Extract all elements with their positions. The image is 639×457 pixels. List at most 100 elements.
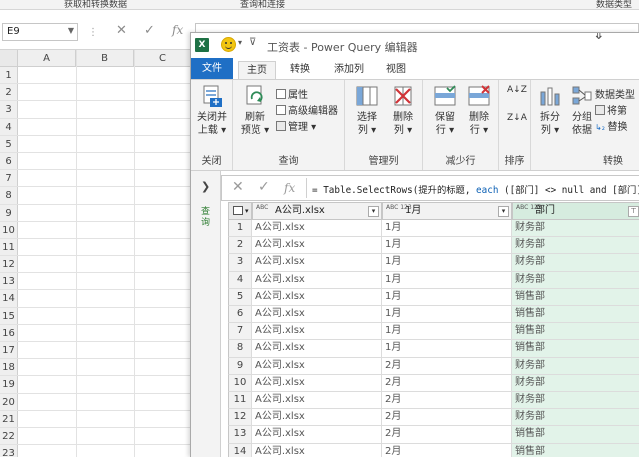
cell-department[interactable]: 销售部 bbox=[512, 426, 639, 444]
cell-month[interactable]: 1月 bbox=[382, 340, 512, 358]
excel-row[interactable]: 12 bbox=[0, 256, 190, 274]
cell-department[interactable]: 销售部 bbox=[512, 340, 639, 358]
row-header[interactable]: 4 bbox=[0, 118, 18, 135]
formula-check-icon[interactable]: ✓ bbox=[258, 179, 270, 195]
table-row[interactable]: 6 A公司.xlsx 1月 销售部 bbox=[228, 306, 639, 324]
excel-row[interactable]: 3 bbox=[0, 101, 190, 119]
cell-file[interactable]: A公司.xlsx bbox=[252, 357, 382, 375]
data-type-button[interactable]: 数据类型 bbox=[595, 86, 635, 101]
cell-department[interactable]: 财务部 bbox=[512, 374, 639, 392]
cell-file[interactable]: A公司.xlsx bbox=[252, 271, 382, 289]
insert-function-button[interactable]: fx bbox=[172, 23, 183, 37]
column-header-department[interactable]: ABC 123 部门 ⊤ bbox=[512, 202, 639, 220]
cell-file[interactable]: A公司.xlsx bbox=[252, 409, 382, 427]
cell-month[interactable]: 1月 bbox=[382, 254, 512, 272]
enter-formula-button[interactable]: ✓ bbox=[144, 23, 155, 38]
table-row[interactable]: 5 A公司.xlsx 1月 销售部 bbox=[228, 288, 639, 306]
excel-row[interactable]: 23 bbox=[0, 445, 190, 457]
table-row[interactable]: 7 A公司.xlsx 1月 销售部 bbox=[228, 323, 639, 341]
cell-department[interactable]: 销售部 bbox=[512, 443, 639, 457]
excel-row[interactable]: 20 bbox=[0, 393, 190, 411]
cell-month[interactable]: 2月 bbox=[382, 443, 512, 457]
cell-month[interactable]: 2月 bbox=[382, 374, 512, 392]
choose-columns-button[interactable]: 选择 列 ▾ bbox=[351, 84, 383, 137]
row-header[interactable]: 8 bbox=[0, 187, 18, 204]
properties-button[interactable]: 属性 bbox=[276, 86, 308, 101]
row-header[interactable]: 23 bbox=[0, 445, 18, 457]
refresh-preview-button[interactable]: 刷新 预览 ▾ bbox=[239, 84, 271, 137]
column-header-c[interactable]: C bbox=[134, 50, 192, 67]
chevron-down-icon[interactable]: ▾ bbox=[498, 206, 509, 217]
cell-file[interactable]: A公司.xlsx bbox=[252, 288, 382, 306]
cell-department[interactable]: 财务部 bbox=[512, 220, 639, 238]
replace-values-button[interactable]: ↳₂ 替换 bbox=[595, 118, 627, 133]
excel-row[interactable]: 13 bbox=[0, 273, 190, 291]
cell-file[interactable]: A公司.xlsx bbox=[252, 220, 382, 238]
cell-month[interactable]: 2月 bbox=[382, 357, 512, 375]
cell-department[interactable]: 销售部 bbox=[512, 306, 639, 324]
table-row[interactable]: 14 A公司.xlsx 2月 销售部 bbox=[228, 443, 639, 457]
cell-department[interactable]: 财务部 bbox=[512, 357, 639, 375]
formula-cancel-icon[interactable]: ✕ bbox=[232, 179, 244, 195]
row-header[interactable]: 5 bbox=[0, 135, 18, 152]
cell-file[interactable]: A公司.xlsx bbox=[252, 443, 382, 457]
excel-sheet-grid[interactable]: A B C 1 2 3 4 5 6 7 8 9 10 11 12 13 14 15 16 17 18 19 20 21 2… bbox=[0, 50, 192, 457]
excel-row[interactable]: 5 bbox=[0, 135, 190, 153]
row-index[interactable]: 14 bbox=[228, 443, 252, 457]
table-row[interactable]: 3 A公司.xlsx 1月 财务部 bbox=[228, 254, 639, 272]
split-column-button[interactable]: 拆分 列 ▾ bbox=[535, 84, 565, 137]
pq-data-grid[interactable]: ▾ ABC A公司.xlsx ▾ ABC 123 1月 ▾ ABC 123 部门… bbox=[228, 202, 639, 457]
cell-month[interactable]: 1月 bbox=[382, 323, 512, 341]
row-header[interactable]: 17 bbox=[0, 342, 18, 359]
tab-transform[interactable]: 转换 bbox=[283, 61, 317, 79]
fx-icon[interactable]: fx bbox=[284, 181, 295, 195]
row-index[interactable]: 8 bbox=[228, 340, 252, 358]
excel-row[interactable]: 4 bbox=[0, 118, 190, 136]
remove-columns-button[interactable]: 删除 列 ▾ bbox=[387, 84, 419, 137]
table-row[interactable]: 12 A公司.xlsx 2月 财务部 bbox=[228, 409, 639, 427]
excel-row[interactable]: 11 bbox=[0, 238, 190, 257]
group-by-button[interactable]: 分组 依据 bbox=[567, 84, 597, 137]
tab-file[interactable]: 文件 bbox=[191, 58, 233, 79]
excel-row[interactable]: 2 bbox=[0, 84, 190, 102]
cancel-formula-button[interactable]: ✕ bbox=[116, 23, 127, 38]
row-index[interactable]: 4 bbox=[228, 271, 252, 289]
excel-row[interactable]: 18 bbox=[0, 359, 190, 377]
excel-row[interactable]: 6 bbox=[0, 152, 190, 171]
row-header[interactable]: 7 bbox=[0, 170, 18, 187]
excel-row[interactable]: 9 bbox=[0, 204, 190, 222]
excel-row[interactable]: 17 bbox=[0, 342, 190, 360]
chevron-right-icon[interactable]: ❯ bbox=[201, 180, 210, 193]
formula-text[interactable]: = Table.SelectRows(提升的标题, each ([部门] <> … bbox=[312, 182, 639, 196]
cell-file[interactable]: A公司.xlsx bbox=[252, 306, 382, 324]
excel-row[interactable]: 22 bbox=[0, 427, 190, 446]
row-header[interactable]: 2 bbox=[0, 84, 18, 101]
sort-ascending-button[interactable]: A↓Z bbox=[507, 86, 527, 95]
row-index[interactable]: 13 bbox=[228, 426, 252, 444]
table-row[interactable]: 4 A公司.xlsx 1月 财务部 bbox=[228, 271, 639, 289]
excel-row[interactable]: 21 bbox=[0, 410, 190, 428]
chevron-down-icon[interactable]: ▾ bbox=[368, 206, 379, 217]
excel-row[interactable]: 1 bbox=[0, 67, 190, 85]
cell-file[interactable]: A公司.xlsx bbox=[252, 392, 382, 410]
row-header[interactable]: 10 bbox=[0, 221, 18, 238]
row-index[interactable]: 11 bbox=[228, 392, 252, 410]
table-row[interactable]: 10 A公司.xlsx 2月 财务部 bbox=[228, 374, 639, 392]
row-index[interactable]: 2 bbox=[228, 237, 252, 255]
cell-month[interactable]: 2月 bbox=[382, 426, 512, 444]
row-header[interactable]: 19 bbox=[0, 376, 18, 393]
cell-month[interactable]: 2月 bbox=[382, 392, 512, 410]
excel-row[interactable]: 15 bbox=[0, 307, 190, 325]
filter-icon[interactable]: ⊤ bbox=[628, 206, 639, 217]
table-row[interactable]: 2 A公司.xlsx 1月 财务部 bbox=[228, 237, 639, 255]
row-index[interactable]: 10 bbox=[228, 374, 252, 392]
row-header[interactable]: 3 bbox=[0, 101, 18, 118]
row-index[interactable]: 6 bbox=[228, 306, 252, 324]
use-first-row-button[interactable]: 将第 bbox=[595, 102, 627, 117]
column-header-a[interactable]: A bbox=[18, 50, 76, 67]
excel-row[interactable]: 10 bbox=[0, 221, 190, 239]
sort-descending-button[interactable]: Z↓A bbox=[507, 114, 527, 123]
cell-month[interactable]: 1月 bbox=[382, 271, 512, 289]
cell-month[interactable]: 1月 bbox=[382, 288, 512, 306]
cell-month[interactable]: 1月 bbox=[382, 237, 512, 255]
